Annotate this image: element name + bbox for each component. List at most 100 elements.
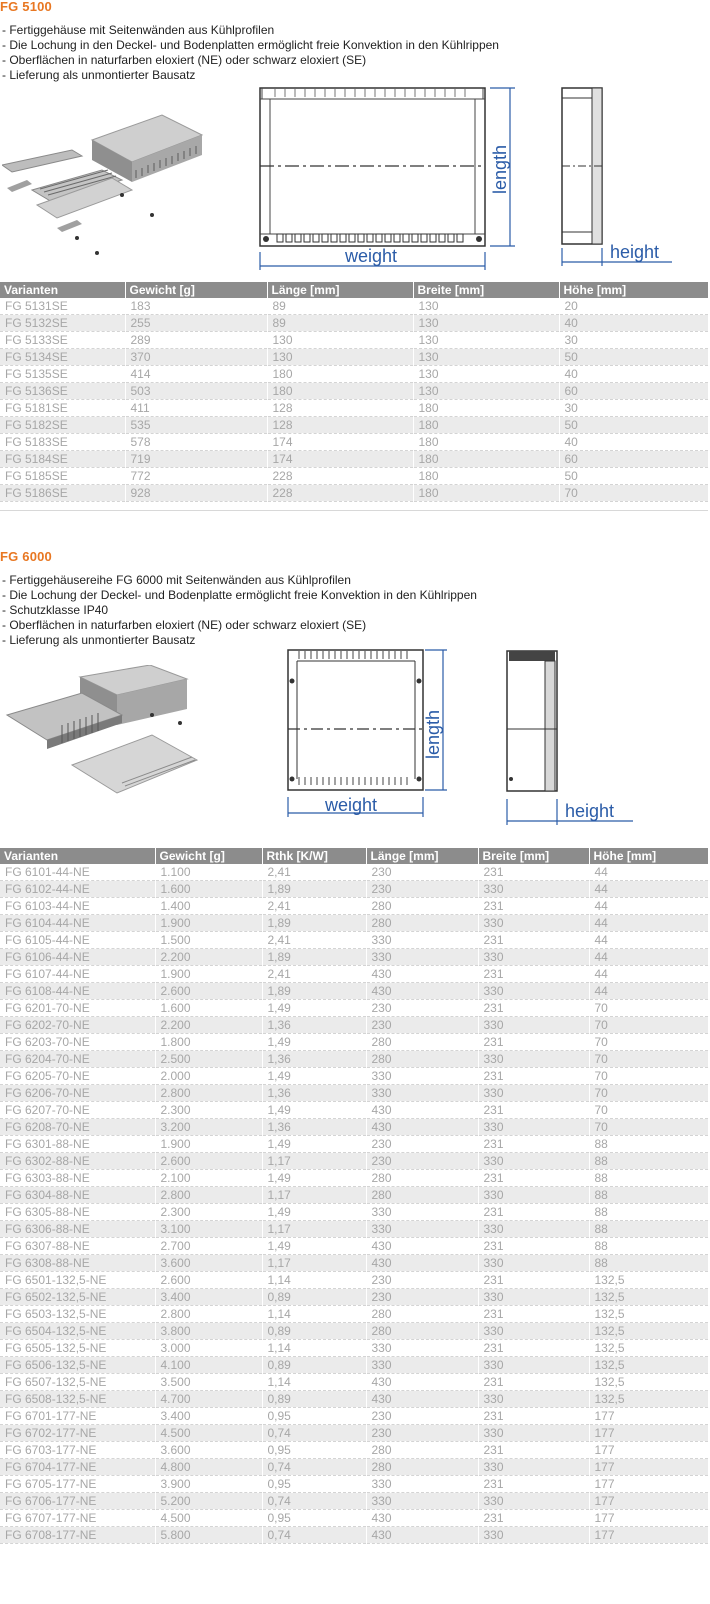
table-cell: 430 (366, 1254, 479, 1272)
column-header: Breite [mm] (413, 282, 560, 298)
table-row: FG 6108-44-NE 2.600 1,89 430 330 44 (0, 982, 709, 1000)
table-cell: 228 (267, 467, 414, 485)
column-header: Länge [mm] (267, 282, 414, 298)
table-row: FG 6105-44-NE 1.500 2,41 330 231 44 (0, 931, 709, 949)
table-cell: 1,89 (262, 880, 367, 898)
table-cell: 1,49 (262, 1135, 367, 1153)
table-cell: FG 6307-88-NE (0, 1237, 156, 1255)
table-cell: 330 (478, 1186, 590, 1204)
table-cell: 2.800 (155, 1186, 263, 1204)
table-cell: 1,89 (262, 948, 367, 966)
table-cell: 2.600 (155, 982, 263, 1000)
table-cell: 289 (125, 331, 268, 349)
table-cell: 231 (478, 1509, 590, 1527)
table-cell: 330 (366, 1475, 479, 1493)
table-cell: 414 (125, 365, 268, 383)
product-photo (2, 114, 204, 255)
table-cell: 130 (413, 314, 560, 332)
table-cell: 2.600 (155, 1271, 263, 1289)
table-cell: 20 (559, 298, 709, 315)
table-cell: 0,95 (262, 1509, 367, 1527)
table-cell: 132,5 (589, 1305, 709, 1323)
table-cell: FG 5181SE (0, 399, 126, 417)
table-cell: 231 (478, 1339, 590, 1357)
table-row: FG 6703-177-NE 3.600 0,95 280 231 177 (0, 1441, 709, 1459)
fg5100-spec-table: Varianten Gewicht [g] Länge [mm] Breite [mm… (0, 282, 709, 502)
table-cell: 4.500 (155, 1509, 263, 1527)
feature-item: - Die Lochung der Deckel- und Bodenplatt… (2, 588, 477, 602)
table-cell: FG 6101-44-NE (0, 864, 156, 881)
table-cell: 280 (366, 1033, 479, 1051)
table-cell: 230 (366, 864, 479, 881)
table-cell: FG 5133SE (0, 331, 126, 349)
table-cell: FG 6108-44-NE (0, 982, 156, 1000)
table-cell: 1.900 (155, 914, 263, 932)
table-row: FG 5133SE 289 130 130 30 (0, 331, 709, 349)
height-label: height (610, 242, 659, 262)
table-row: FG 6204-70-NE 2.500 1,36 280 330 70 (0, 1050, 709, 1068)
table-cell: FG 6302-88-NE (0, 1152, 156, 1170)
table-cell: 180 (413, 484, 560, 502)
table-cell: 177 (589, 1526, 709, 1544)
weight-label: weight (324, 795, 377, 815)
feature-item: - Oberflächen in naturfarben eloxiert (N… (2, 53, 367, 67)
section-divider (0, 510, 708, 511)
table-row: FG 6208-70-NE 3.200 1,36 430 330 70 (0, 1118, 709, 1136)
table-cell: 183 (125, 298, 268, 315)
table-cell: 2.700 (155, 1237, 263, 1255)
table-cell: 0,95 (262, 1407, 367, 1425)
table-row: FG 6308-88-NE 3.600 1,17 430 330 88 (0, 1254, 709, 1272)
table-cell: 1,49 (262, 1101, 367, 1119)
feature-list: - Fertiggehäusereihe FG 6000 mit Seitenw… (2, 573, 477, 648)
table-cell: 88 (589, 1169, 709, 1187)
table-cell: FG 5131SE (0, 298, 126, 315)
table-cell: FG 6202-70-NE (0, 1016, 156, 1034)
table-row: FG 6101-44-NE 1.100 2,41 230 231 44 (0, 864, 709, 881)
table-cell: 230 (366, 1424, 479, 1442)
table-cell: FG 6707-177-NE (0, 1509, 156, 1527)
table-cell: 130 (267, 348, 414, 366)
table-row: FG 6103-44-NE 1.400 2,41 280 231 44 (0, 897, 709, 915)
table-cell: 2.300 (155, 1101, 263, 1119)
table-cell: 230 (366, 1271, 479, 1289)
front-view-drawing: length weight (287, 649, 447, 817)
table-header: Varianten Gewicht [g] Länge [mm] Breite [mm… (0, 282, 709, 298)
table-cell: 177 (589, 1407, 709, 1425)
table-cell: 1.600 (155, 999, 263, 1017)
table-cell: 0,89 (262, 1288, 367, 1306)
table-row: FG 6706-177-NE 5.200 0,74 330 330 177 (0, 1492, 709, 1510)
table-row: FG 5182SE 535 128 180 50 (0, 416, 709, 434)
table-cell: FG 6504-132,5-NE (0, 1322, 156, 1340)
table-row: FG 6104-44-NE 1.900 1,89 280 330 44 (0, 914, 709, 932)
table-cell: 1.800 (155, 1033, 263, 1051)
table-row: FG 6205-70-NE 2.000 1,49 330 231 70 (0, 1067, 709, 1085)
table-cell: 231 (478, 1101, 590, 1119)
height-label: height (565, 801, 614, 821)
table-cell: 280 (366, 1169, 479, 1187)
length-label: length (490, 145, 510, 194)
table-row: FG 6302-88-NE 2.600 1,17 230 330 88 (0, 1152, 709, 1170)
table-cell: 330 (366, 948, 479, 966)
table-cell: FG 6206-70-NE (0, 1084, 156, 1102)
table-cell: 2,41 (262, 931, 367, 949)
table-cell: 88 (589, 1152, 709, 1170)
table-cell: 132,5 (589, 1288, 709, 1306)
table-row: FG 6701-177-NE 3.400 0,95 230 231 177 (0, 1407, 709, 1425)
table-cell: 50 (559, 467, 709, 485)
table-cell: 1,14 (262, 1373, 367, 1391)
table-row: FG 6507-132,5-NE 3.500 1,14 430 231 132,5 (0, 1373, 709, 1391)
table-cell: 88 (589, 1186, 709, 1204)
table-cell: 174 (267, 450, 414, 468)
table-cell: 231 (478, 1305, 590, 1323)
section-title: FG 6000 (0, 549, 52, 564)
table-cell: 772 (125, 467, 268, 485)
table-cell: 177 (589, 1475, 709, 1493)
table-cell: 280 (366, 1441, 479, 1459)
table-cell: 330 (366, 1339, 479, 1357)
side-view-drawing: height (506, 650, 633, 825)
table-cell: 3.400 (155, 1288, 263, 1306)
table-cell: 231 (478, 1271, 590, 1289)
table-cell: 430 (366, 1526, 479, 1544)
table-cell: 180 (413, 399, 560, 417)
table-cell: FG 6702-177-NE (0, 1424, 156, 1442)
